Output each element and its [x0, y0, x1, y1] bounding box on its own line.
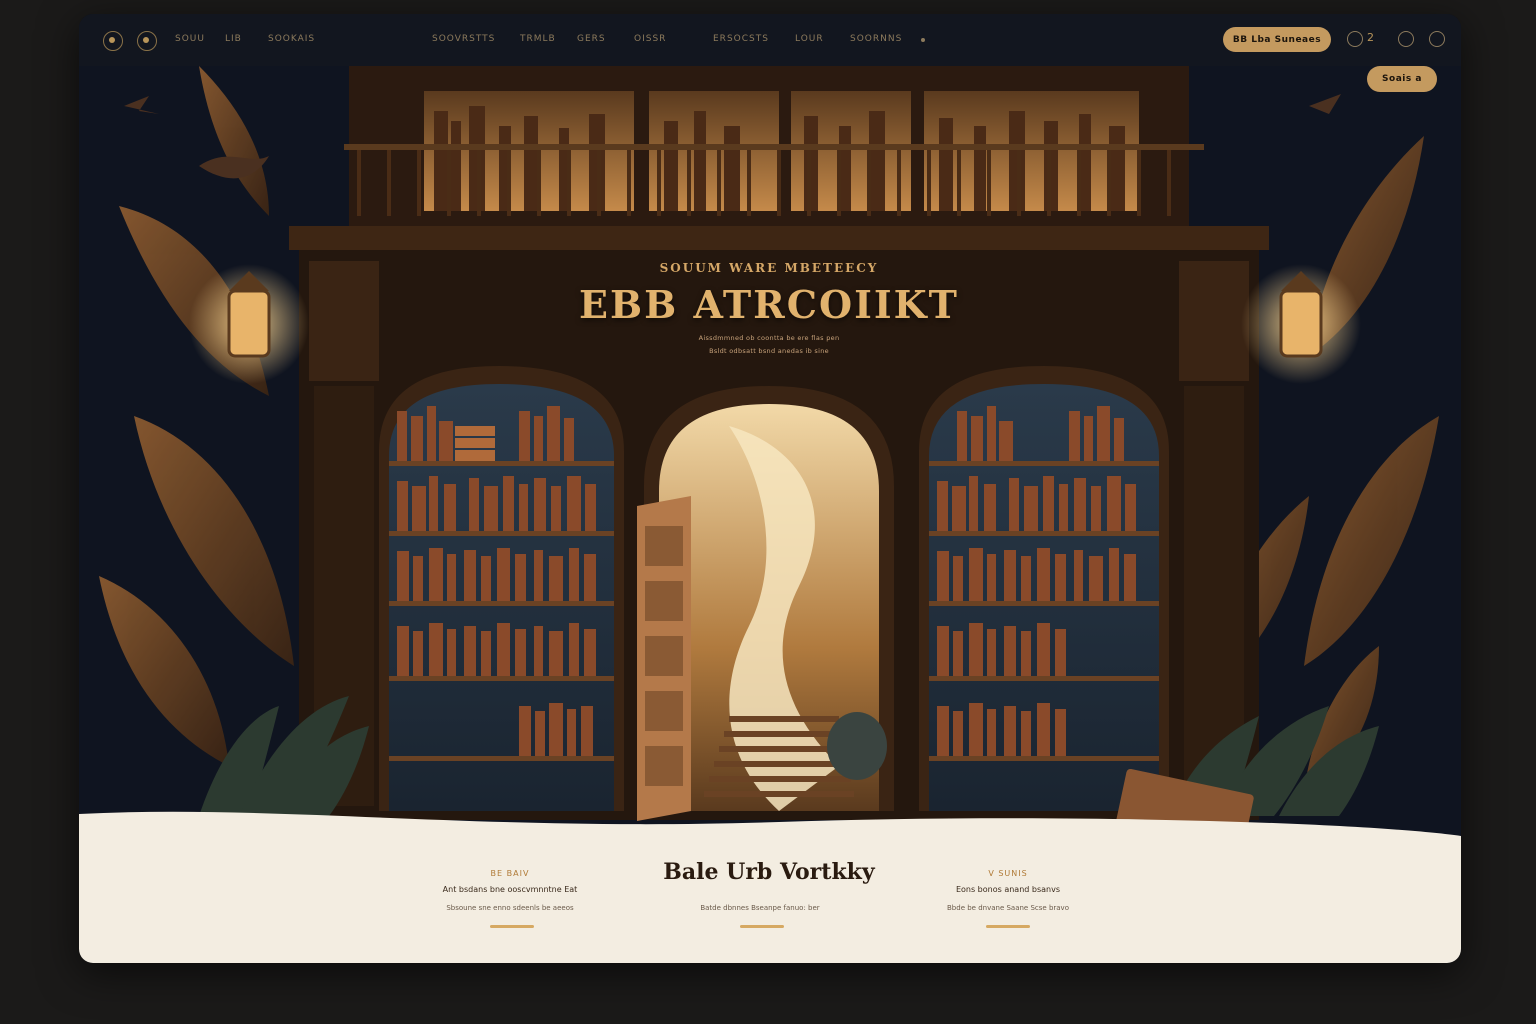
footer-title: Bale Urb Vortkky — [663, 859, 875, 885]
nav-link-soornns[interactable]: SOORNNS — [850, 34, 902, 44]
nav-link-ersocsts[interactable]: ERSOCSTS — [713, 34, 769, 44]
footer-col3-label: V SUNIS — [988, 869, 1028, 878]
nav-link-lib[interactable]: LIB — [225, 34, 242, 44]
cart-count: 2 — [1367, 31, 1374, 44]
hero-eyebrow: SOUUM WARE MBETEECY — [659, 261, 879, 275]
nav-link-collections[interactable]: SOOVRSTTS — [432, 34, 495, 44]
logo-icon[interactable] — [103, 31, 123, 51]
hero-subtitle-line1: Aissdmmned ob coontta be ere flas pen — [698, 334, 840, 342]
secondary-cta-button[interactable]: Soais a — [1367, 66, 1437, 92]
emblem-icon[interactable] — [137, 31, 157, 51]
nav-more-dot-icon[interactable] — [921, 38, 925, 42]
footer-col1-text: Sbsoune sne enno sdeenls be aeeos — [446, 904, 574, 912]
footer-col1-heading: Ant bsdans bne ooscvmnntne Eat — [442, 885, 578, 894]
settings-icon[interactable] — [1429, 31, 1445, 47]
footer-col3-underline — [986, 925, 1030, 928]
nav-link-trmlb[interactable]: TRMLB — [520, 34, 556, 44]
library-scene-illustration — [79, 66, 1461, 859]
hero-title: EBB ATRCOIIKT — [579, 282, 959, 327]
nav-link-sookais[interactable]: SOOKAIS — [268, 34, 315, 44]
top-nav-bar: SOUU LIB SOOKAIS SOOVRSTTS TRMLB GERS OI… — [79, 14, 1461, 67]
search-icon[interactable] — [1347, 31, 1363, 47]
footer-col3-text: Bbde be dnvane Saane Scse bravo — [947, 904, 1069, 912]
nav-link-lour[interactable]: LOUR — [795, 34, 824, 44]
nav-link-gers[interactable]: GERS — [577, 34, 606, 44]
hero-illustration — [79, 66, 1461, 859]
footer-col1-label: BE BAIV — [490, 869, 530, 878]
primary-cta-button[interactable]: BB Lba Suneaes — [1223, 27, 1331, 52]
footer-col2-text: Batde dbnnes Bseanpe fanuo: ber — [700, 904, 820, 912]
nav-link-oissr[interactable]: OISSR — [634, 34, 666, 44]
footer-col1-underline — [490, 925, 534, 928]
browser-frame: SOUU LIB SOOKAIS SOOVRSTTS TRMLB GERS OI… — [79, 14, 1461, 963]
user-icon[interactable] — [1398, 31, 1414, 47]
nav-link-souu[interactable]: SOUU — [175, 34, 205, 44]
hero-subtitle-line2: Bsldt odbsatt bsnd anedas ib sine — [709, 347, 829, 355]
footer-col2-underline — [740, 925, 784, 928]
footer-col3-heading: Eons bonos anand bsanvs — [955, 885, 1061, 894]
